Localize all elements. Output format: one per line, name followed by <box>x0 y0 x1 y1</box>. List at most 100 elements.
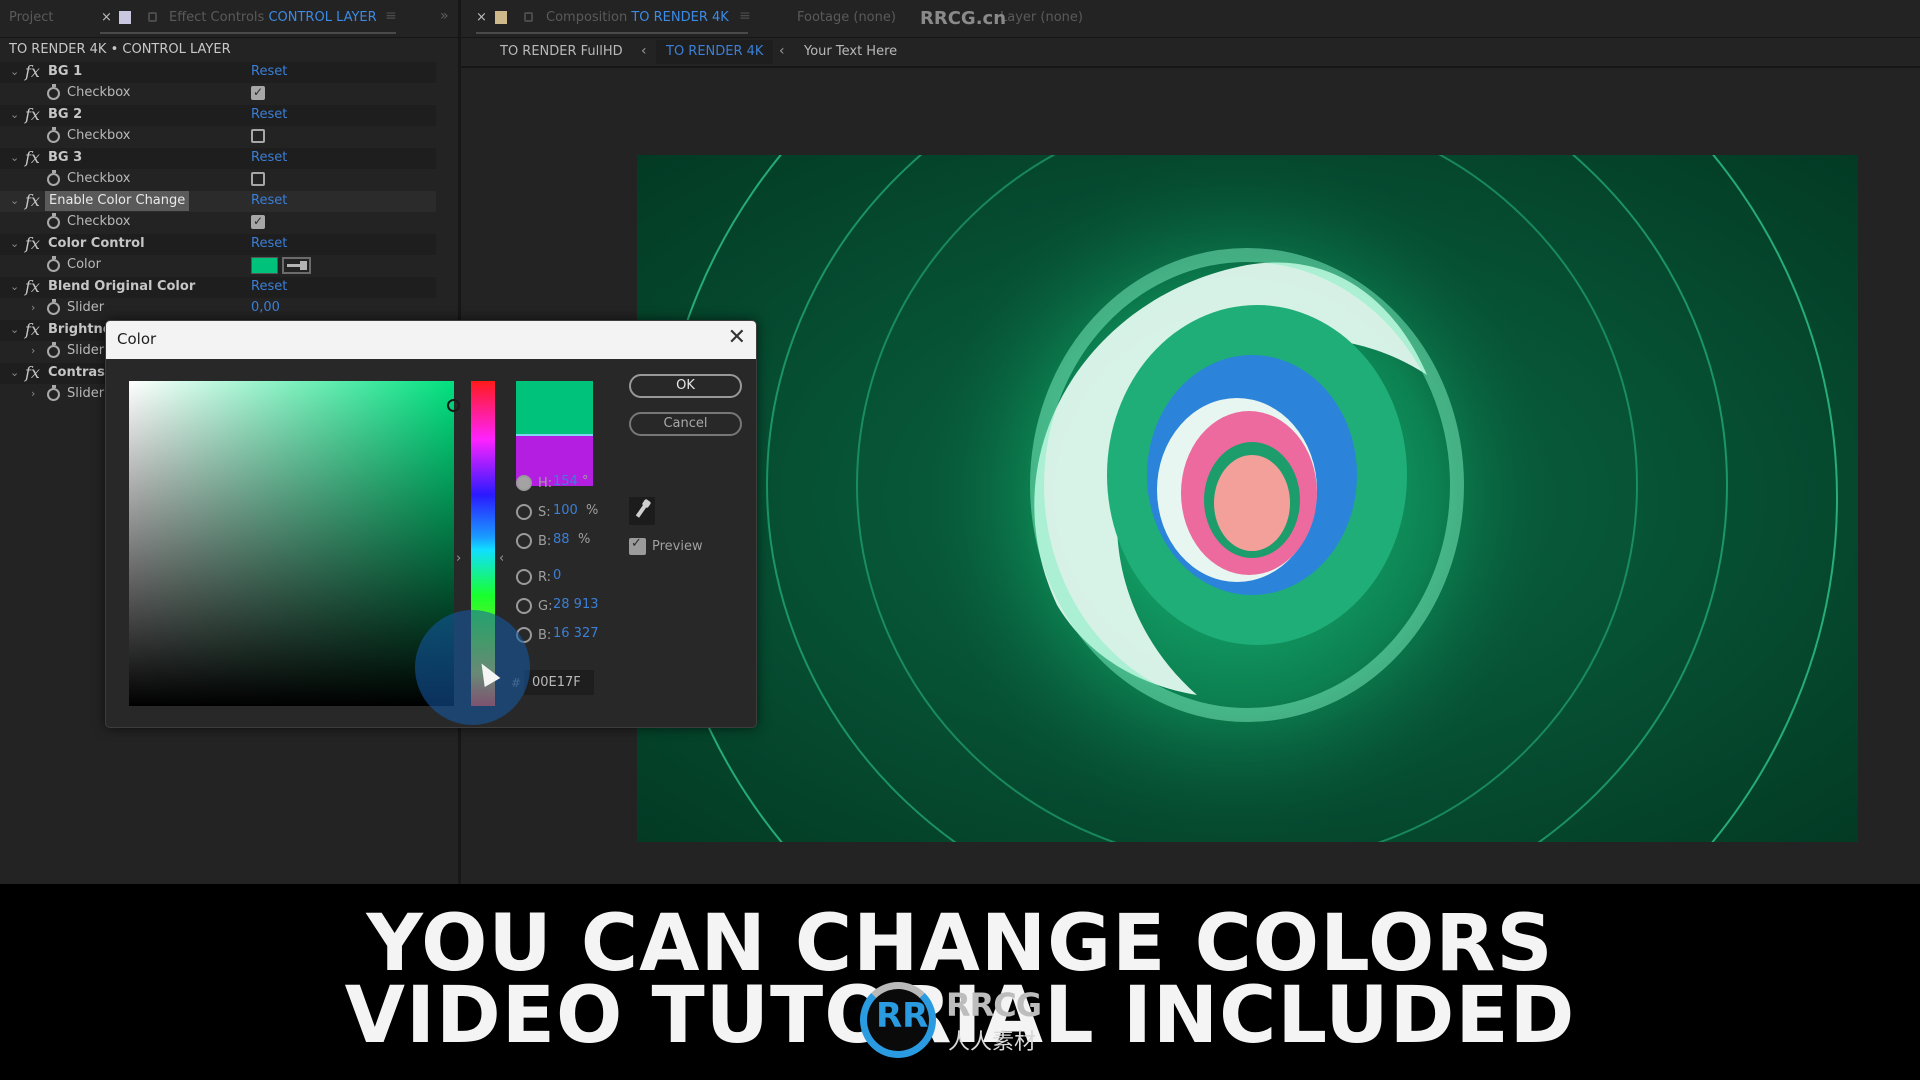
twirl-down-icon[interactable]: ⌄ <box>10 323 19 336</box>
effect-name: Enable Color Change <box>45 191 190 211</box>
twirl-down-icon[interactable]: ⌄ <box>10 151 19 164</box>
stopwatch-icon[interactable] <box>47 385 60 401</box>
eyedropper-icon[interactable] <box>629 497 655 525</box>
slider-value[interactable]: 0,00 <box>251 300 280 315</box>
dialog-titlebar[interactable]: Color ✕ <box>106 321 756 359</box>
radio-green[interactable] <box>516 598 532 614</box>
twirl-right-icon[interactable]: › <box>31 301 35 314</box>
effect-row[interactable]: ⌄ fx BG 2 Reset <box>0 105 436 126</box>
breadcrumb-arrow-icon: ‹ <box>779 43 785 59</box>
brightness-value[interactable]: 88 <box>553 532 570 547</box>
lock-icon[interactable] <box>524 12 533 22</box>
twirl-down-icon[interactable]: ⌄ <box>10 108 19 121</box>
effect-name: BG 3 <box>48 150 83 165</box>
new-color-preview <box>516 381 593 434</box>
hue-value[interactable]: 154 <box>553 474 578 489</box>
stopwatch-icon[interactable] <box>47 84 60 100</box>
effect-row[interactable]: ⌄ fx Blend Original Color Reset <box>0 277 436 298</box>
effect-row[interactable]: ⌄ fx BG 3 Reset <box>0 148 436 169</box>
reset-link[interactable]: Reset <box>251 279 287 294</box>
preview-checkbox[interactable] <box>629 536 646 555</box>
fx-icon[interactable]: fx <box>25 234 40 253</box>
effect-row[interactable]: ⌄ fx BG 1 Reset <box>0 62 436 83</box>
fx-icon[interactable]: fx <box>25 191 40 210</box>
field-label: R: <box>538 570 552 585</box>
more-panels-icon[interactable]: » <box>440 8 449 24</box>
reset-link[interactable]: Reset <box>251 107 287 122</box>
effect-name: Contrast <box>48 365 112 380</box>
radio-red[interactable] <box>516 569 532 585</box>
effect-name: BG 1 <box>48 64 83 79</box>
breadcrumb-item[interactable]: Your Text Here <box>804 44 897 59</box>
ok-button[interactable]: OK <box>629 374 742 398</box>
saturation-brightness-field[interactable] <box>129 381 460 706</box>
twirl-right-icon[interactable]: › <box>31 344 35 357</box>
effect-row-selected[interactable]: ⌄ fx Enable Color Change Reset <box>0 191 436 212</box>
checkbox[interactable] <box>251 85 265 100</box>
effect-name: Color Control <box>48 236 145 251</box>
tab-footage[interactable]: Footage (none) <box>797 10 896 25</box>
lock-icon[interactable] <box>148 12 157 22</box>
property-row: Checkbox <box>0 212 436 233</box>
panel-menu-icon[interactable]: ≡ <box>739 8 751 24</box>
fx-icon[interactable]: fx <box>25 363 40 382</box>
reset-link[interactable]: Reset <box>251 150 287 165</box>
reset-link[interactable]: Reset <box>251 64 287 79</box>
fx-icon[interactable]: fx <box>25 105 40 124</box>
fx-icon[interactable]: fx <box>25 148 40 167</box>
breadcrumb-item[interactable]: TO RENDER FullHD <box>500 44 623 59</box>
radio-brightness[interactable] <box>516 533 532 549</box>
breadcrumb-arrow-icon: ‹ <box>641 43 647 59</box>
tab-composition-prefix: Composition <box>546 10 628 25</box>
composition-frame[interactable] <box>637 155 1858 842</box>
close-tab-icon[interactable]: × <box>101 10 112 25</box>
stopwatch-icon[interactable] <box>47 170 60 186</box>
radio-saturation[interactable] <box>516 504 532 520</box>
twirl-right-icon[interactable]: › <box>31 387 35 400</box>
tab-effect-controls-layer: CONTROL LAYER <box>268 10 377 25</box>
hue-slider-handle-left-icon[interactable]: › <box>456 551 461 566</box>
radio-hue[interactable] <box>516 475 532 491</box>
tab-composition[interactable]: Composition TO RENDER 4K <box>546 10 729 25</box>
stopwatch-icon[interactable] <box>47 256 60 272</box>
reset-link[interactable]: Reset <box>251 193 287 208</box>
twirl-down-icon[interactable]: ⌄ <box>10 194 19 207</box>
twirl-down-icon[interactable]: ⌄ <box>10 366 19 379</box>
breadcrumb-item-active[interactable]: TO RENDER 4K <box>656 40 774 64</box>
property-name: Checkbox <box>67 85 131 100</box>
blue-value[interactable]: 16 327 <box>553 626 599 641</box>
stopwatch-icon[interactable] <box>47 299 60 315</box>
panel-menu-icon[interactable]: ≡ <box>385 8 397 24</box>
red-value[interactable]: 0 <box>553 568 561 583</box>
checkbox[interactable] <box>251 129 265 143</box>
fx-icon[interactable]: fx <box>25 277 40 296</box>
checkbox[interactable] <box>251 172 265 186</box>
saturation-value[interactable]: 100 <box>553 503 578 518</box>
tab-layer[interactable]: Layer (none) <box>1000 10 1083 25</box>
close-tab-icon[interactable]: × <box>476 10 487 25</box>
hex-input[interactable]: 00E17F <box>524 670 594 695</box>
close-icon[interactable]: ✕ <box>728 325 746 350</box>
twirl-down-icon[interactable]: ⌄ <box>10 280 19 293</box>
color-picker-marker[interactable] <box>447 399 460 412</box>
color-swatch[interactable] <box>251 257 278 274</box>
eyedropper-icon[interactable] <box>282 257 311 274</box>
reset-link[interactable]: Reset <box>251 236 287 251</box>
tunnel-artwork <box>656 155 1838 842</box>
effect-row[interactable]: ⌄ fx Color Control Reset <box>0 234 436 255</box>
fx-icon[interactable]: fx <box>25 320 40 339</box>
cancel-button[interactable]: Cancel <box>629 412 742 436</box>
stopwatch-icon[interactable] <box>47 342 60 358</box>
twirl-down-icon[interactable]: ⌄ <box>10 237 19 250</box>
field-label: H: <box>538 476 553 491</box>
hue-slider-handle-right-icon[interactable]: ‹ <box>499 551 504 566</box>
tab-project[interactable]: Project <box>9 10 53 25</box>
stopwatch-icon[interactable] <box>47 213 60 229</box>
stopwatch-icon[interactable] <box>47 127 60 143</box>
green-value[interactable]: 28 913 <box>553 597 599 612</box>
checkbox[interactable] <box>251 214 265 229</box>
twirl-down-icon[interactable]: ⌄ <box>10 65 19 78</box>
tab-effect-controls[interactable]: Effect Controls CONTROL LAYER <box>169 10 377 25</box>
rrcg-logo: RR RRCG 人人素材 <box>860 980 1060 1060</box>
fx-icon[interactable]: fx <box>25 62 40 81</box>
